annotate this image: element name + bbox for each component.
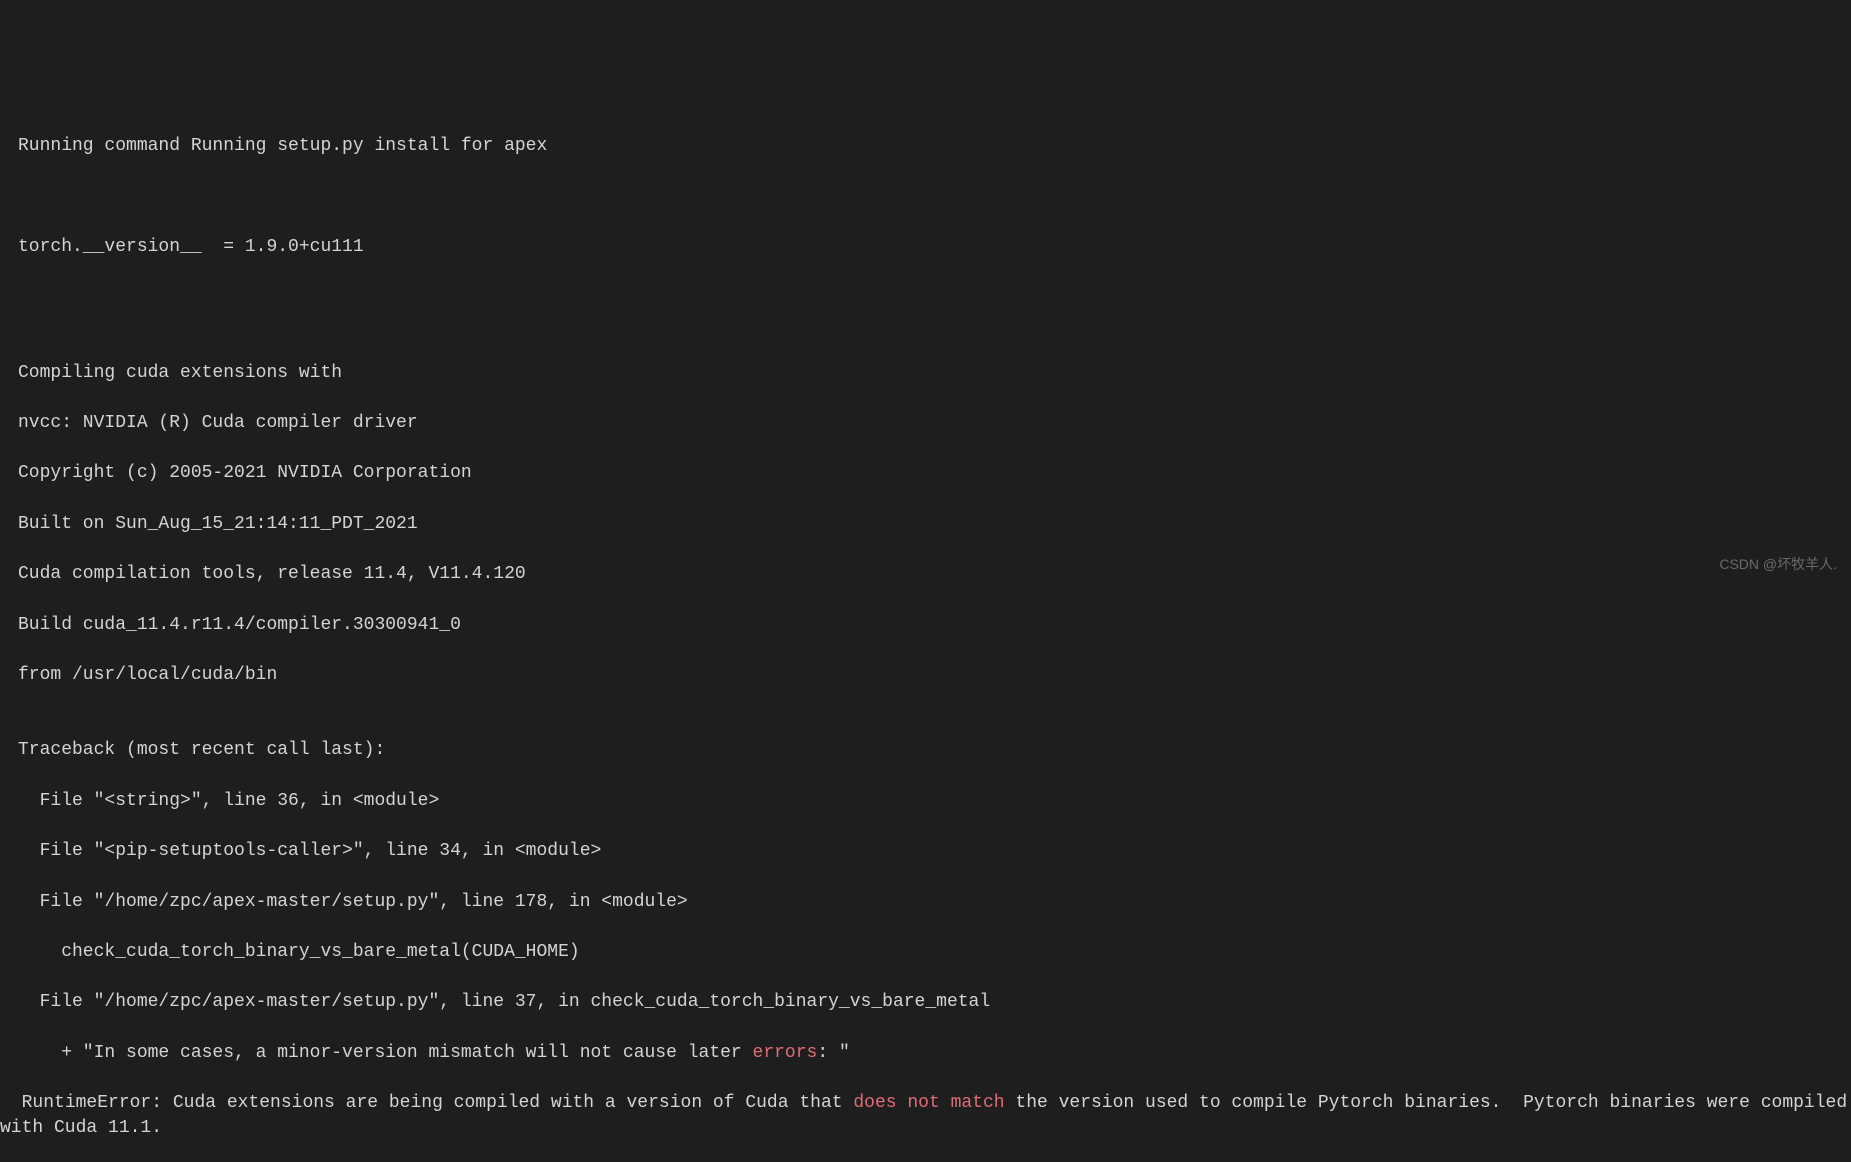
traceback-line: check_cuda_torch_binary_vs_bare_metal(CU… [18, 940, 1851, 965]
output-line: from /usr/local/cuda/bin [18, 663, 1851, 688]
watermark: CSDN @坏牧羊人. [1719, 555, 1837, 575]
text-segment: RuntimeError: Cuda extensions are being … [0, 1093, 853, 1113]
output-line: nvcc: NVIDIA (R) Cuda compiler driver [18, 411, 1851, 436]
error-highlight: does not match [853, 1093, 1004, 1113]
error-highlight: errors [753, 1043, 818, 1063]
output-line: Running command Running setup.py install… [18, 134, 1851, 159]
output-line: torch.__version__ = 1.9.0+cu111 [18, 235, 1851, 260]
text-segment: + "In some cases, a minor-version mismat… [18, 1043, 753, 1063]
traceback-header: Traceback (most recent call last): [18, 738, 1851, 763]
traceback-line: File "<string>", line 36, in <module> [18, 789, 1851, 814]
traceback-line: File "<pip-setuptools-caller>", line 34,… [18, 839, 1851, 864]
traceback-line: File "/home/zpc/apex-master/setup.py", l… [18, 990, 1851, 1015]
runtime-error-line: RuntimeError: Cuda extensions are being … [0, 1091, 1851, 1141]
output-line: Built on Sun_Aug_15_21:14:11_PDT_2021 [18, 512, 1851, 537]
output-line: Build cuda_11.4.r11.4/compiler.30300941_… [18, 613, 1851, 638]
text-segment: : " [817, 1043, 849, 1063]
traceback-line: + "In some cases, a minor-version mismat… [18, 1041, 1851, 1066]
terminal-output: Running command Running setup.py install… [0, 109, 1851, 1162]
traceback-line: File "/home/zpc/apex-master/setup.py", l… [18, 890, 1851, 915]
output-line: Compiling cuda extensions with [18, 361, 1851, 386]
output-line: Cuda compilation tools, release 11.4, V1… [18, 562, 1851, 587]
output-line: Copyright (c) 2005-2021 NVIDIA Corporati… [18, 461, 1851, 486]
